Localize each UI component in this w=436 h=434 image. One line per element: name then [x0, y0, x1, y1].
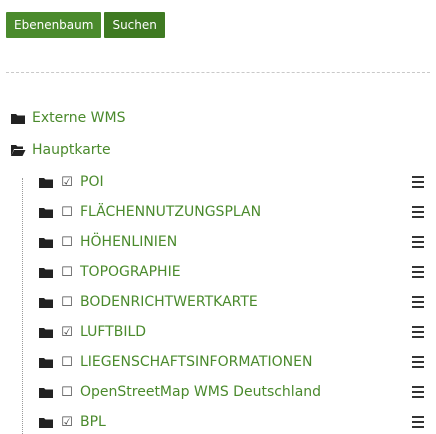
layer-item-bodenrichtwertkarte[interactable]: ☐ BODENRICHTWERTKARTE [38, 291, 258, 313]
menu-icon[interactable] [412, 176, 424, 188]
tree-group-externe-wms[interactable]: Externe WMS [10, 107, 126, 129]
menu-icon[interactable] [412, 356, 424, 368]
layer-checkbox[interactable]: ☐ [60, 296, 74, 309]
layer-label: BPL [80, 414, 106, 430]
folder-icon [38, 205, 54, 219]
layer-label: LIEGENSCHAFTSINFORMATIONEN [80, 354, 313, 370]
layer-label: POI [80, 174, 104, 190]
menu-icon[interactable] [412, 386, 424, 398]
folder-icon [38, 415, 54, 429]
layer-item-topographie[interactable]: ☐ TOPOGRAPHIE [38, 261, 181, 283]
tree-guide-line [22, 178, 23, 434]
layer-label: FLÄCHENNUTZUNGSPLAN [80, 204, 262, 220]
layer-tree: Externe WMS Hauptkarte ☑ POI ☐ FLÄCHENNU… [0, 0, 436, 434]
layer-label: OpenStreetMap WMS Deutschland [80, 384, 322, 400]
layer-item-openstreetmap[interactable]: ☐ OpenStreetMap WMS Deutschland [38, 381, 321, 403]
folder-icon [38, 385, 54, 399]
layer-label: HÖHENLINIEN [80, 234, 178, 250]
menu-icon[interactable] [412, 236, 424, 248]
layer-checkbox[interactable]: ☐ [60, 266, 74, 279]
folder-icon [38, 175, 54, 189]
menu-icon[interactable] [412, 296, 424, 308]
layer-item-luftbild[interactable]: ☑ LUFTBILD [38, 321, 146, 343]
folder-icon [38, 325, 54, 339]
folder-icon [10, 111, 26, 125]
layer-label: TOPOGRAPHIE [80, 264, 181, 280]
layer-item-bpl[interactable]: ☑ BPL [38, 411, 106, 433]
menu-icon[interactable] [412, 416, 424, 428]
layer-checkbox[interactable]: ☐ [60, 236, 74, 249]
layer-checkbox[interactable]: ☑ [60, 326, 74, 339]
layer-label: LUFTBILD [80, 324, 147, 340]
layer-checkbox[interactable]: ☐ [60, 206, 74, 219]
layer-item-hoehenlinien[interactable]: ☐ HÖHENLINIEN [38, 231, 177, 253]
layer-checkbox[interactable]: ☑ [60, 176, 74, 189]
folder-icon [38, 355, 54, 369]
layer-checkbox[interactable]: ☐ [60, 386, 74, 399]
folder-icon [38, 265, 54, 279]
layer-item-poi[interactable]: ☑ POI [38, 171, 104, 193]
menu-icon[interactable] [412, 266, 424, 278]
layer-checkbox[interactable]: ☑ [60, 416, 74, 429]
menu-icon[interactable] [412, 326, 424, 338]
layer-checkbox[interactable]: ☐ [60, 356, 74, 369]
menu-icon[interactable] [412, 206, 424, 218]
layer-label: BODENRICHTWERTKARTE [80, 294, 258, 310]
folder-icon [38, 295, 54, 309]
tree-group-hauptkarte[interactable]: Hauptkarte [10, 139, 111, 161]
folder-icon [38, 235, 54, 249]
folder-open-icon [10, 143, 26, 157]
layer-item-liegenschaftsinformationen[interactable]: ☐ LIEGENSCHAFTSINFORMATIONEN [38, 351, 312, 373]
tree-group-label: Externe WMS [32, 110, 126, 126]
layer-item-flaechennutzungsplan[interactable]: ☐ FLÄCHENNUTZUNGSPLAN [38, 201, 261, 223]
tree-group-label: Hauptkarte [32, 142, 111, 158]
